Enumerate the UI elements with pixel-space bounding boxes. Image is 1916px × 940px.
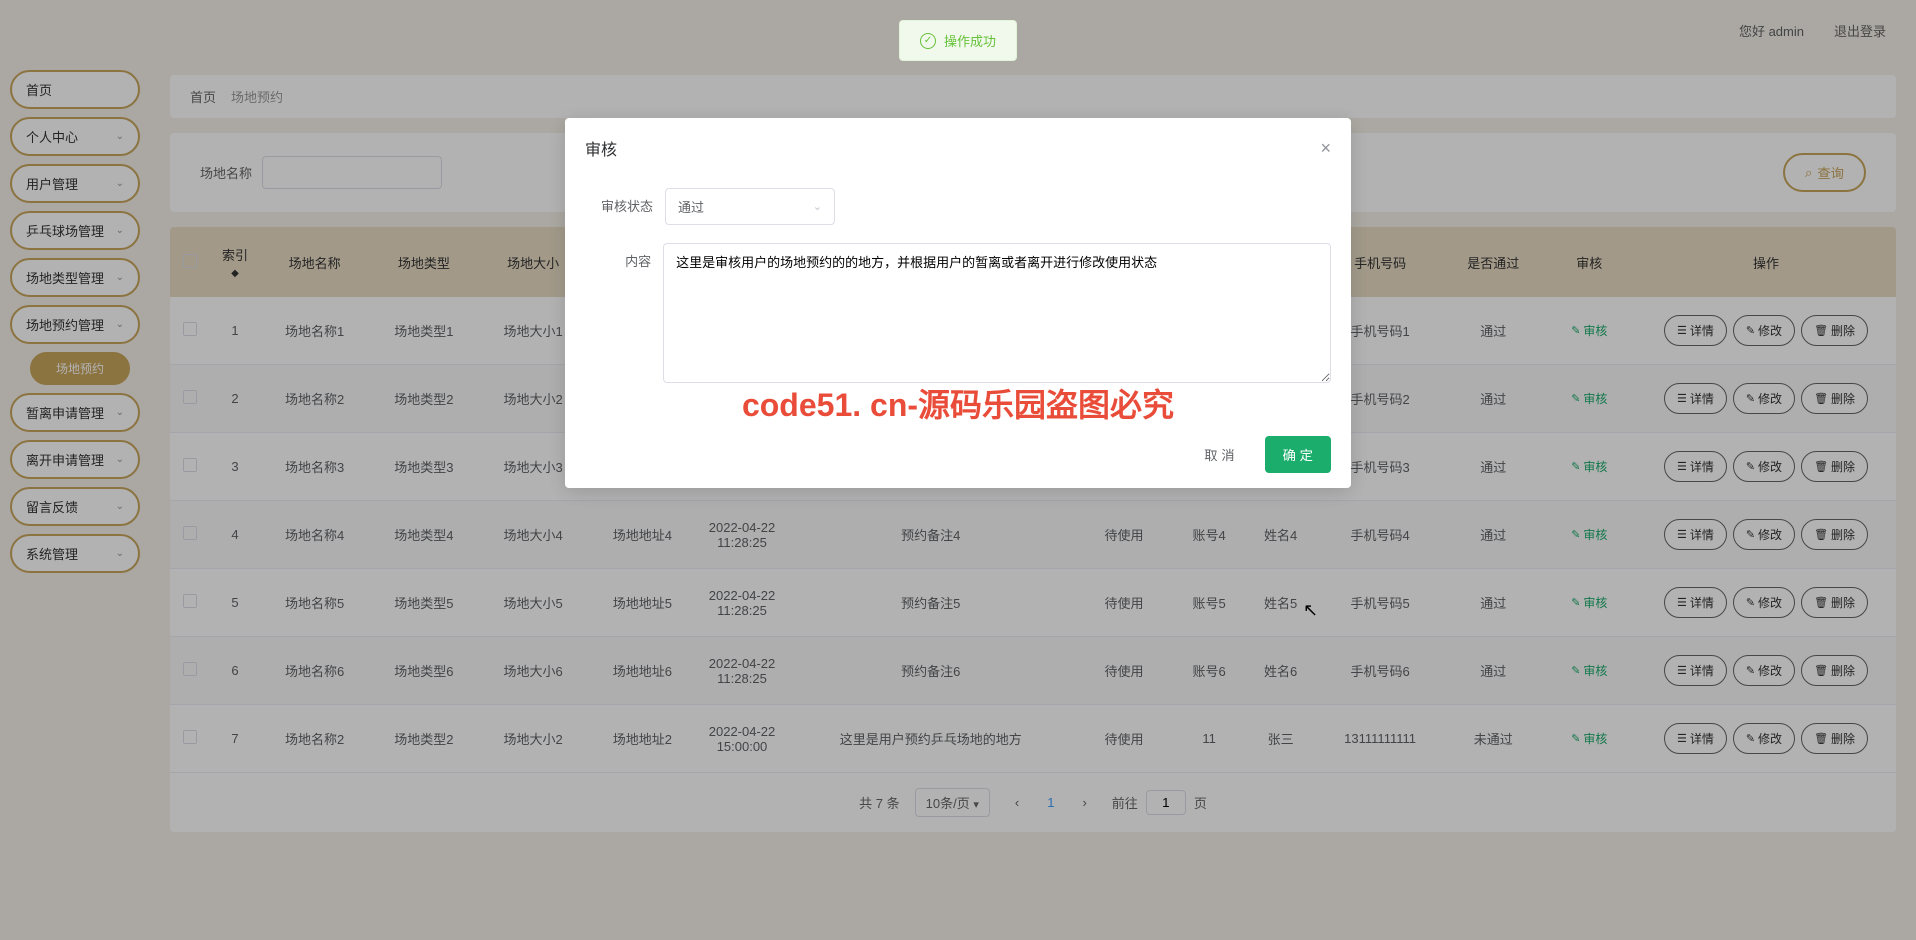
modal-title: 审核 <box>585 136 617 160</box>
status-value: 通过 <box>678 197 704 216</box>
check-icon: ✓ <box>920 33 936 49</box>
cancel-button[interactable]: 取 消 <box>1186 436 1252 473</box>
chevron-down-icon: ⌄ <box>813 200 822 213</box>
close-icon[interactable]: × <box>1320 138 1331 159</box>
audit-modal: 审核 × 审核状态 通过 ⌄ 内容 取 消 确 定 <box>565 118 1351 488</box>
toast-text: 操作成功 <box>944 31 996 50</box>
confirm-button[interactable]: 确 定 <box>1265 436 1331 473</box>
status-select[interactable]: 通过 ⌄ <box>665 188 835 225</box>
content-textarea[interactable] <box>663 243 1331 383</box>
success-toast: ✓ 操作成功 <box>899 20 1017 61</box>
status-label: 审核状态 <box>585 188 665 215</box>
content-label: 内容 <box>585 243 663 270</box>
